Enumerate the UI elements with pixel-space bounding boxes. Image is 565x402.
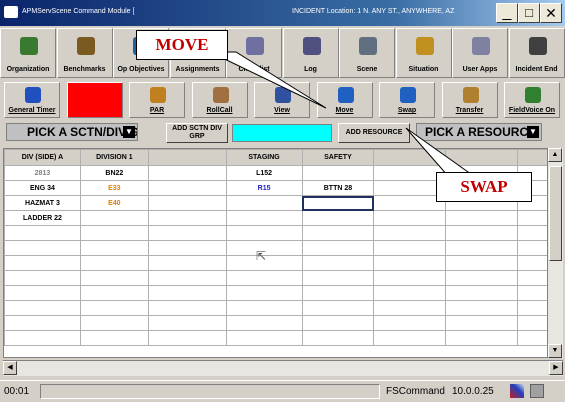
command-module-window: APMServScene Command Module [ INCIDENT L… [0,0,565,402]
move-arrow [209,51,327,109]
move-callout: MOVE [136,30,228,60]
swap-callout: SWAP [436,172,532,202]
